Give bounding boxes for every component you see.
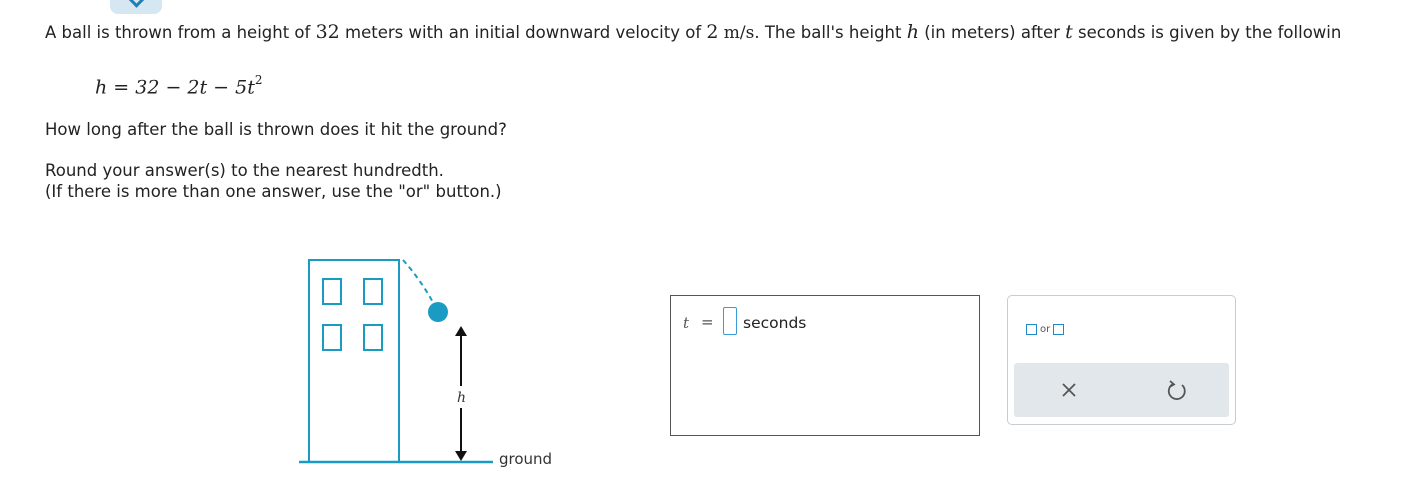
action-bar [1014, 363, 1229, 417]
undo-icon [1167, 380, 1186, 400]
unit-label: seconds [743, 314, 807, 332]
ball-building-diagram: h [299, 259, 493, 464]
chevron-down-icon [127, 0, 146, 8]
question-text: How long after the ball is thrown does i… [45, 120, 507, 139]
ball-trajectory [402, 259, 436, 307]
tool-palette: or [1007, 295, 1236, 425]
problem-statement: A ball is thrown from a height of 32 met… [45, 21, 1342, 43]
collapse-tab[interactable] [110, 0, 162, 14]
height-equation: h = 32 − 2t − 5t2 [95, 73, 263, 99]
or-button[interactable]: or [1026, 321, 1065, 337]
answer-input[interactable] [723, 307, 737, 335]
answer-panel: t = seconds [670, 295, 980, 436]
input-box-icon [1026, 323, 1037, 335]
height-label: h [457, 390, 466, 406]
undo-button[interactable] [1162, 375, 1192, 405]
rounding-instruction: Round your answer(s) to the nearest hund… [45, 161, 444, 180]
clear-button[interactable] [1054, 375, 1084, 405]
input-box-icon [1053, 323, 1065, 335]
ball [428, 302, 448, 322]
equals-sign: = [701, 313, 714, 331]
ground-label: ground [499, 450, 553, 468]
or-instruction: (If there is more than one answer, use t… [45, 182, 502, 201]
building-windows [322, 278, 383, 351]
close-icon [1062, 383, 1076, 397]
t-variable-label: t [683, 314, 690, 332]
